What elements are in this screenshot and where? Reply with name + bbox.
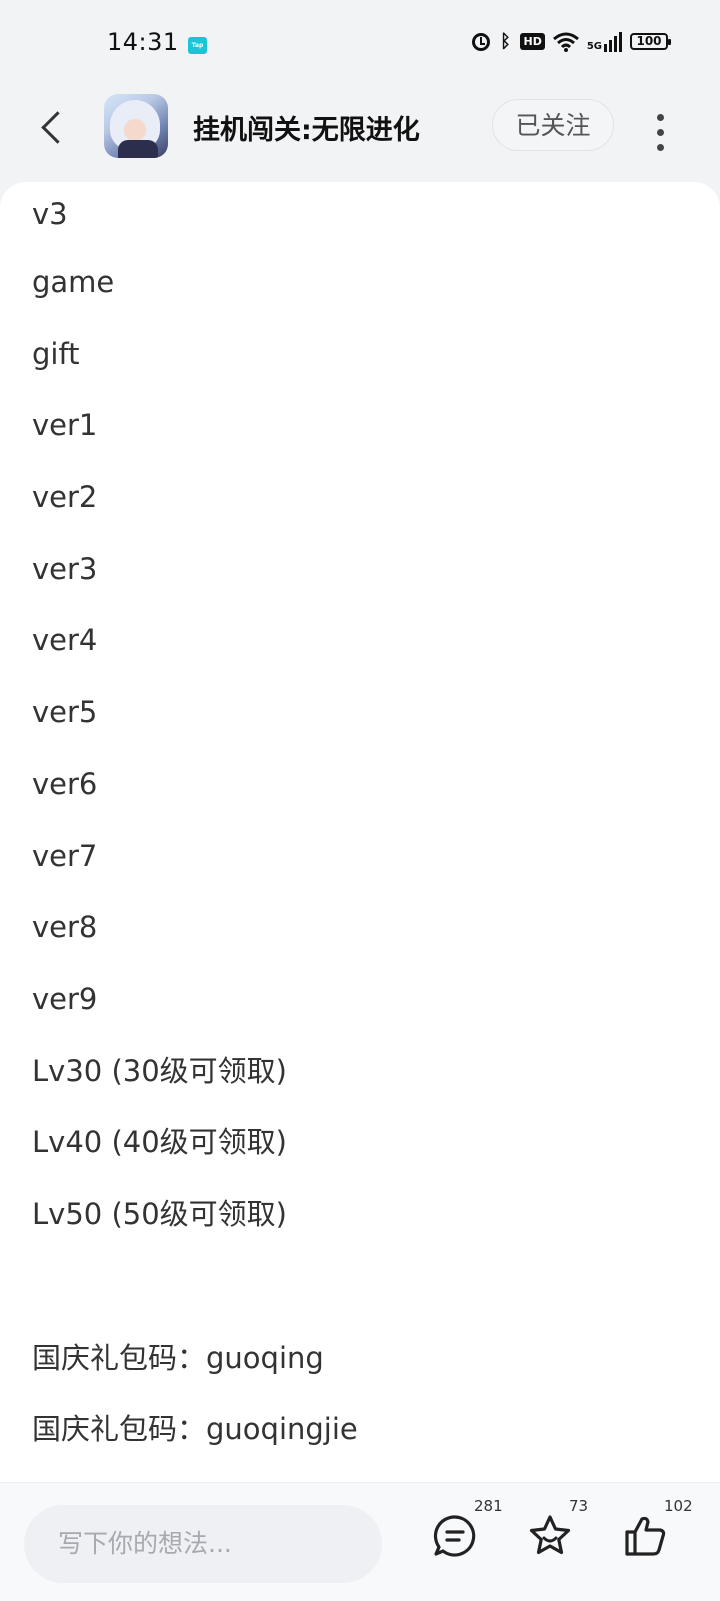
post-content: v3 game gift ver1 ver2 ver3 ver4 ver5 ve… — [0, 182, 720, 1482]
code-line: ver9 — [32, 981, 98, 1016]
wifi-icon — [552, 32, 579, 52]
battery-icon: 100 — [630, 33, 671, 50]
code-line: Lv30 (30级可领取) — [32, 1053, 287, 1088]
code-line: Lv50 (50级可领取) — [32, 1196, 287, 1231]
star-icon — [529, 1515, 571, 1555]
code-line: ver3 — [32, 551, 98, 586]
code-line: ver4 — [32, 623, 98, 658]
game-avatar[interactable] — [104, 94, 168, 158]
taptap-notification-icon: Tap — [188, 37, 207, 54]
hd-icon: HD — [520, 33, 545, 50]
favorite-count: 73 — [569, 1497, 589, 1515]
like-count: 102 — [664, 1497, 693, 1515]
status-indicators: ᛒ HD 5G 100 — [472, 31, 671, 52]
holiday-code-line: 国庆礼包码：guoqingjie — [32, 1412, 358, 1447]
thumbs-up-icon — [625, 1516, 666, 1556]
comment-input[interactable]: 写下你的想法... — [24, 1505, 382, 1583]
game-title[interactable]: 挂机闯关:无限进化 — [193, 108, 420, 147]
code-line: ver2 — [32, 480, 98, 515]
alarm-icon — [472, 32, 491, 51]
cellular-signal-icon: 5G — [586, 31, 622, 52]
like-button[interactable]: 102 — [622, 1497, 693, 1569]
status-time: 14:31 — [107, 28, 179, 56]
status-bar: 14:31 Tap ᛒ HD 5G 100 — [0, 0, 720, 90]
comment-icon — [433, 1515, 476, 1557]
comment-count: 281 — [474, 1497, 503, 1515]
gift-code-list: v3 game gift ver1 ver2 ver3 ver4 ver5 ve… — [32, 182, 358, 1466]
code-line: ver5 — [32, 695, 98, 730]
network-type-label: 5G — [586, 40, 602, 52]
follow-button[interactable]: 已关注 — [492, 99, 614, 151]
back-button[interactable] — [38, 108, 74, 148]
code-line: v3 — [32, 197, 68, 231]
back-arrow-icon — [41, 111, 74, 144]
code-line: ver7 — [32, 838, 98, 873]
code-line: Lv40 (40级可领取) — [32, 1125, 287, 1160]
bluetooth-icon: ᛒ — [500, 31, 511, 52]
comment-button[interactable]: 281 — [432, 1497, 503, 1569]
bottom-action-bar: 写下你的想法... 281 73 102 — [0, 1482, 720, 1601]
avatar-character-coat — [118, 140, 158, 158]
more-options-icon[interactable] — [648, 110, 672, 151]
code-line: ver6 — [32, 766, 98, 801]
code-line: ver8 — [32, 910, 98, 945]
code-line: game — [32, 265, 115, 299]
code-line: ver1 — [32, 408, 98, 443]
top-nav-bar: 挂机闯关:无限进化 已关注 — [0, 90, 720, 182]
code-line: gift — [32, 336, 80, 371]
holiday-code-line: 国庆礼包码：guoqing — [32, 1340, 324, 1375]
favorite-button[interactable]: 73 — [527, 1497, 588, 1569]
